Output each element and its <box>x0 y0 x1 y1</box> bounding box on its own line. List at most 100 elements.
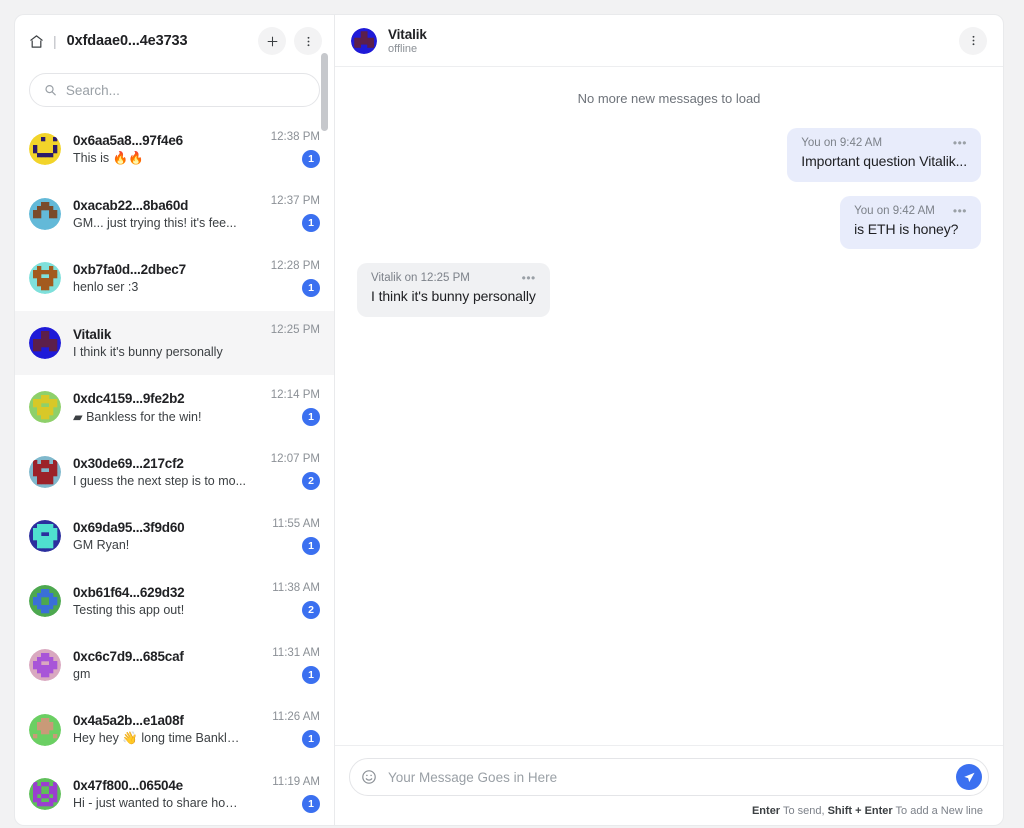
message-text: I think it's bunny personally <box>371 288 536 304</box>
emoji-picker-icon[interactable] <box>359 767 379 787</box>
message-text: Important question Vitalik... <box>801 153 967 169</box>
conversation-time: 11:55 AM <box>272 517 320 530</box>
avatar <box>29 778 61 811</box>
conversation-text: 0x6aa5a8...97f4e6 This is 🔥🔥 <box>73 133 246 166</box>
conversation-name: 0xb7fa0d...2dbec7 <box>73 262 186 278</box>
unread-badge: 1 <box>302 536 320 555</box>
conversation-name: 0x4a5a2b...e1a08f <box>73 713 184 729</box>
conversation-text: 0x47f800...06504e Hi - just wanted to sha… <box>73 778 246 810</box>
chat-header: Vitalik offline <box>335 15 1003 67</box>
send-button[interactable] <box>956 764 982 790</box>
new-conversation-button[interactable] <box>258 27 286 55</box>
chat-contact-status: offline <box>388 42 418 55</box>
conversation-text: 0xdc4159...9fe2b2 ▰ Bankless for the win! <box>73 391 246 424</box>
conversation-time: 11:19 AM <box>272 775 320 788</box>
conversation-meta: 11:31 AM 1 <box>258 647 320 684</box>
conversation-name: 0x30de69...217cf2 <box>73 455 184 471</box>
message-area: No more new messages to load You on 9:42… <box>335 67 1003 745</box>
more-vertical-icon <box>972 35 974 46</box>
conversation-text: 0x4a5a2b...e1a08f Hey hey 👋 long time Ban… <box>73 713 246 746</box>
message-options-icon[interactable]: ••• <box>953 205 967 217</box>
conversation-time: 12:07 PM <box>270 453 320 466</box>
hint-enter-key: Enter <box>751 805 781 817</box>
unread-badge: 1 <box>302 214 320 233</box>
unread-badge: 2 <box>302 472 320 491</box>
wallet-address: 0xfdaae0...4e3733 <box>66 33 188 49</box>
conversation-text: 0xc6c7d9...685caf gm <box>73 649 246 681</box>
conversation-preview: ▰ Bankless for the win! <box>73 409 202 424</box>
message-sender-time: You on 9:42 AM <box>854 204 935 217</box>
conversation-row[interactable]: 0x69da95...3f9d60 GM Ryan! 11:55 AM 1 <box>15 504 334 569</box>
search-input[interactable] <box>65 82 305 98</box>
conversation-row[interactable]: 0x47f800...06504e Hi - just wanted to sha… <box>15 762 334 825</box>
conversation-name: 0xacab22...8ba60d <box>73 197 189 213</box>
message-options-icon[interactable]: ••• <box>522 272 536 284</box>
chat-menu-button[interactable] <box>959 26 987 55</box>
chat-contact-name: Vitalik <box>388 26 427 42</box>
message-meta: Vitalik on 12:25 PM ••• <box>371 272 536 284</box>
conversation-meta: 11:19 AM 1 <box>258 776 320 813</box>
conversation-text: 0xb7fa0d...2dbec7 henlo ser :3 <box>73 262 246 294</box>
chat-panel: Vitalik offline No more new messages to … <box>334 14 1004 826</box>
conversation-list[interactable]: 0x6aa5a8...97f4e6 This is 🔥🔥 12:38 PM 1 0xac… <box>15 117 334 825</box>
home-icon[interactable] <box>29 34 44 49</box>
conversation-row[interactable]: 0xdc4159...9fe2b2 ▰ Bankless for the win!… <box>15 375 334 440</box>
conversation-time: 12:25 PM <box>270 324 320 337</box>
conversation-meta: 12:14 PM 1 <box>258 389 320 426</box>
conversation-row[interactable]: 0xacab22...8ba60d GM... just trying this!… <box>15 182 334 247</box>
chat-header-text: Vitalik offline <box>388 27 948 55</box>
message-meta: You on 9:42 AM ••• <box>854 205 967 217</box>
conversation-preview: Testing this app out! <box>73 602 185 617</box>
chat-app-window: | 0xfdaae0...4e3733 Search... 0x6aa5a8..… <box>14 14 1004 826</box>
avatar <box>29 262 61 295</box>
conversation-time: 12:28 PM <box>270 259 320 272</box>
conversation-preview: I guess the next step is to mo... <box>73 473 246 488</box>
composer-hint: Enter To send, Shift + Enter To add a Ne… <box>349 796 989 817</box>
conversation-row[interactable]: 0x4a5a2b...e1a08f Hey hey 👋 long time Ban… <box>15 698 334 763</box>
hint-shift-key: Shift + Enter <box>827 805 893 817</box>
avatar <box>29 520 61 553</box>
conversation-meta: 11:26 AM 1 <box>258 711 320 749</box>
more-vertical-icon <box>307 36 309 46</box>
avatar <box>29 455 61 488</box>
message-input[interactable] <box>388 769 947 785</box>
conversation-time: 11:31 AM <box>272 646 320 659</box>
avatar <box>29 197 61 230</box>
message-bubble[interactable]: You on 9:42 AM ••• Important question Vita… <box>787 128 981 182</box>
sidebar-menu-button[interactable] <box>294 27 322 55</box>
conversation-meta: 12:25 PM <box>258 324 320 361</box>
sidebar-scrollbar-thumb[interactable] <box>321 53 328 131</box>
message-options-icon[interactable]: ••• <box>953 137 967 149</box>
search-box[interactable] <box>29 73 320 107</box>
conversation-row[interactable]: 0x30de69...217cf2 I guess the next step i… <box>15 440 334 505</box>
conversation-time: 12:37 PM <box>270 195 320 208</box>
message-composer[interactable] <box>349 758 989 796</box>
search-container <box>15 67 334 117</box>
message-row: Vitalik on 12:25 PM ••• I think it's bunny… <box>357 263 981 317</box>
conversation-time: 12:14 PM <box>270 388 320 401</box>
message-bubble[interactable]: Vitalik on 12:25 PM ••• I think it's bunny… <box>357 263 550 317</box>
conversation-time: 11:38 AM <box>272 582 320 595</box>
conversation-row[interactable]: Vitalik I think it's bunny personally 12:2… <box>15 310 334 375</box>
conversation-row[interactable]: 0xc6c7d9...685caf gm 11:31 AM 1 <box>15 633 334 698</box>
conversation-time: 11:26 AM <box>272 711 320 724</box>
conversation-row[interactable]: 0xb61f64...629d32 Testing this app out! 11… <box>15 569 334 634</box>
unread-badge: 1 <box>302 794 320 813</box>
message-meta: You on 9:42 AM ••• <box>801 137 967 149</box>
message-sender-time: You on 9:42 AM <box>801 137 883 149</box>
conversation-text: 0xb61f64...629d32 Testing this app out! <box>73 585 246 617</box>
conversation-row[interactable]: 0xb7fa0d...2dbec7 henlo ser :3 12:28 PM 1 <box>15 246 334 311</box>
hint-shift-text: To add a New line <box>892 805 983 817</box>
conversation-preview: henlo ser :3 <box>73 280 139 295</box>
message-row: You on 9:42 AM ••• Important question Vita… <box>357 128 981 182</box>
conversation-preview: GM Ryan! <box>73 538 130 553</box>
conversation-row[interactable]: 0x6aa5a8...97f4e6 This is 🔥🔥 12:38 PM 1 <box>15 117 334 182</box>
header-separator: | <box>53 33 57 49</box>
message-bubble[interactable]: You on 9:42 AM ••• is ETH is honey? <box>840 195 981 249</box>
conversation-name: 0xdc4159...9fe2b2 <box>73 390 185 406</box>
load-more-notice: No more new messages to load <box>577 91 761 106</box>
conversation-name: 0xb61f64...629d32 <box>73 584 185 600</box>
conversation-preview: Hi - just wanted to share how ... <box>73 796 246 811</box>
sidebar-scrollbar-track[interactable] <box>321 15 331 825</box>
conversation-name: 0x6aa5a8...97f4e6 <box>73 132 183 148</box>
